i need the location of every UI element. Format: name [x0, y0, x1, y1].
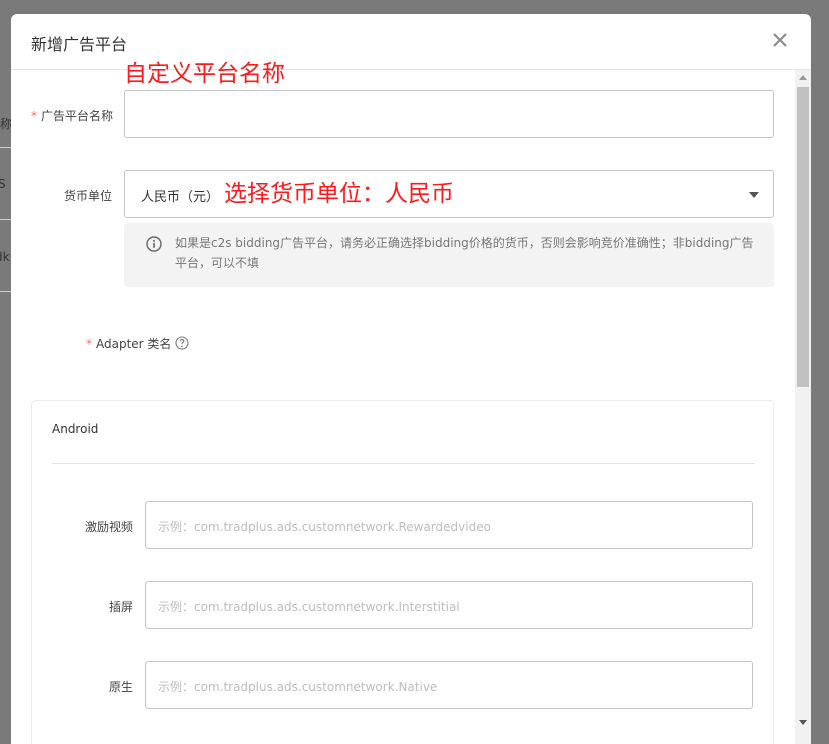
interstitial-label: 插屏 [108, 600, 133, 614]
native-placeholder: 示例：com.tradplus.ads.customnetwork.Native [158, 680, 438, 694]
rewarded-video-input[interactable]: 示例：com.tradplus.ads.customnetwork.Reward… [145, 501, 753, 549]
scroll-thumb[interactable] [797, 87, 809, 387]
scroll-down-icon[interactable] [799, 720, 807, 725]
rewarded-video-placeholder: 示例：com.tradplus.ads.customnetwork.Reward… [158, 520, 491, 534]
dialog-scrollbar[interactable] [795, 70, 811, 744]
annotation-currency: 选择货币单位：人民币 [224, 181, 454, 207]
scroll-up-icon[interactable] [799, 75, 807, 80]
chevron-down-icon [749, 192, 759, 198]
platform-name-input[interactable] [124, 90, 774, 138]
annotation-platform-name: 自定义平台名称 [124, 61, 285, 87]
interstitial-placeholder: 示例：com.tradplus.ads.customnetwork.Inters… [158, 600, 460, 614]
dialog-title: 新增广告平台 [31, 35, 128, 54]
interstitial-input[interactable]: 示例：com.tradplus.ads.customnetwork.Inters… [145, 581, 753, 629]
close-icon [773, 33, 787, 47]
currency-label: 货币单位 [63, 189, 112, 203]
android-title: Android [52, 422, 99, 436]
background-text-fragment: dk [0, 250, 10, 264]
required-mark: * [86, 337, 92, 351]
adapter-label-text: Adapter 类名 [96, 337, 172, 351]
info-icon [146, 236, 162, 252]
currency-hint: 如果是c2s bidding广告平台，请务必正确选择bidding价格的货币，否… [124, 223, 774, 287]
platform-name-label: * 广告平台名称 [31, 107, 114, 124]
platform-name-label-text: 广告平台名称 [41, 109, 114, 123]
question-circle-icon[interactable] [175, 336, 189, 350]
close-button[interactable] [769, 28, 791, 52]
background-text-fragment: S [0, 177, 6, 191]
section-divider [52, 463, 754, 464]
add-ad-platform-dialog: 新增广告平台 自定义平台名称 * 广告平台名称 货币单位 人民币（元） 选择货币单… [11, 14, 811, 744]
required-mark: * [31, 109, 37, 123]
native-label: 原生 [108, 680, 133, 694]
adapter-label: * Adapter 类名 [86, 335, 171, 352]
android-section: Android 激励视频 示例：com.tradplus.ads.customn… [31, 400, 774, 744]
hint-text: 如果是c2s bidding广告平台，请务必正确选择bidding价格的货币，否… [175, 236, 754, 270]
currency-selected-value: 人民币（元） [141, 190, 220, 205]
native-input[interactable]: 示例：com.tradplus.ads.customnetwork.Native [145, 661, 753, 709]
rewarded-video-label: 激励视频 [84, 520, 133, 534]
